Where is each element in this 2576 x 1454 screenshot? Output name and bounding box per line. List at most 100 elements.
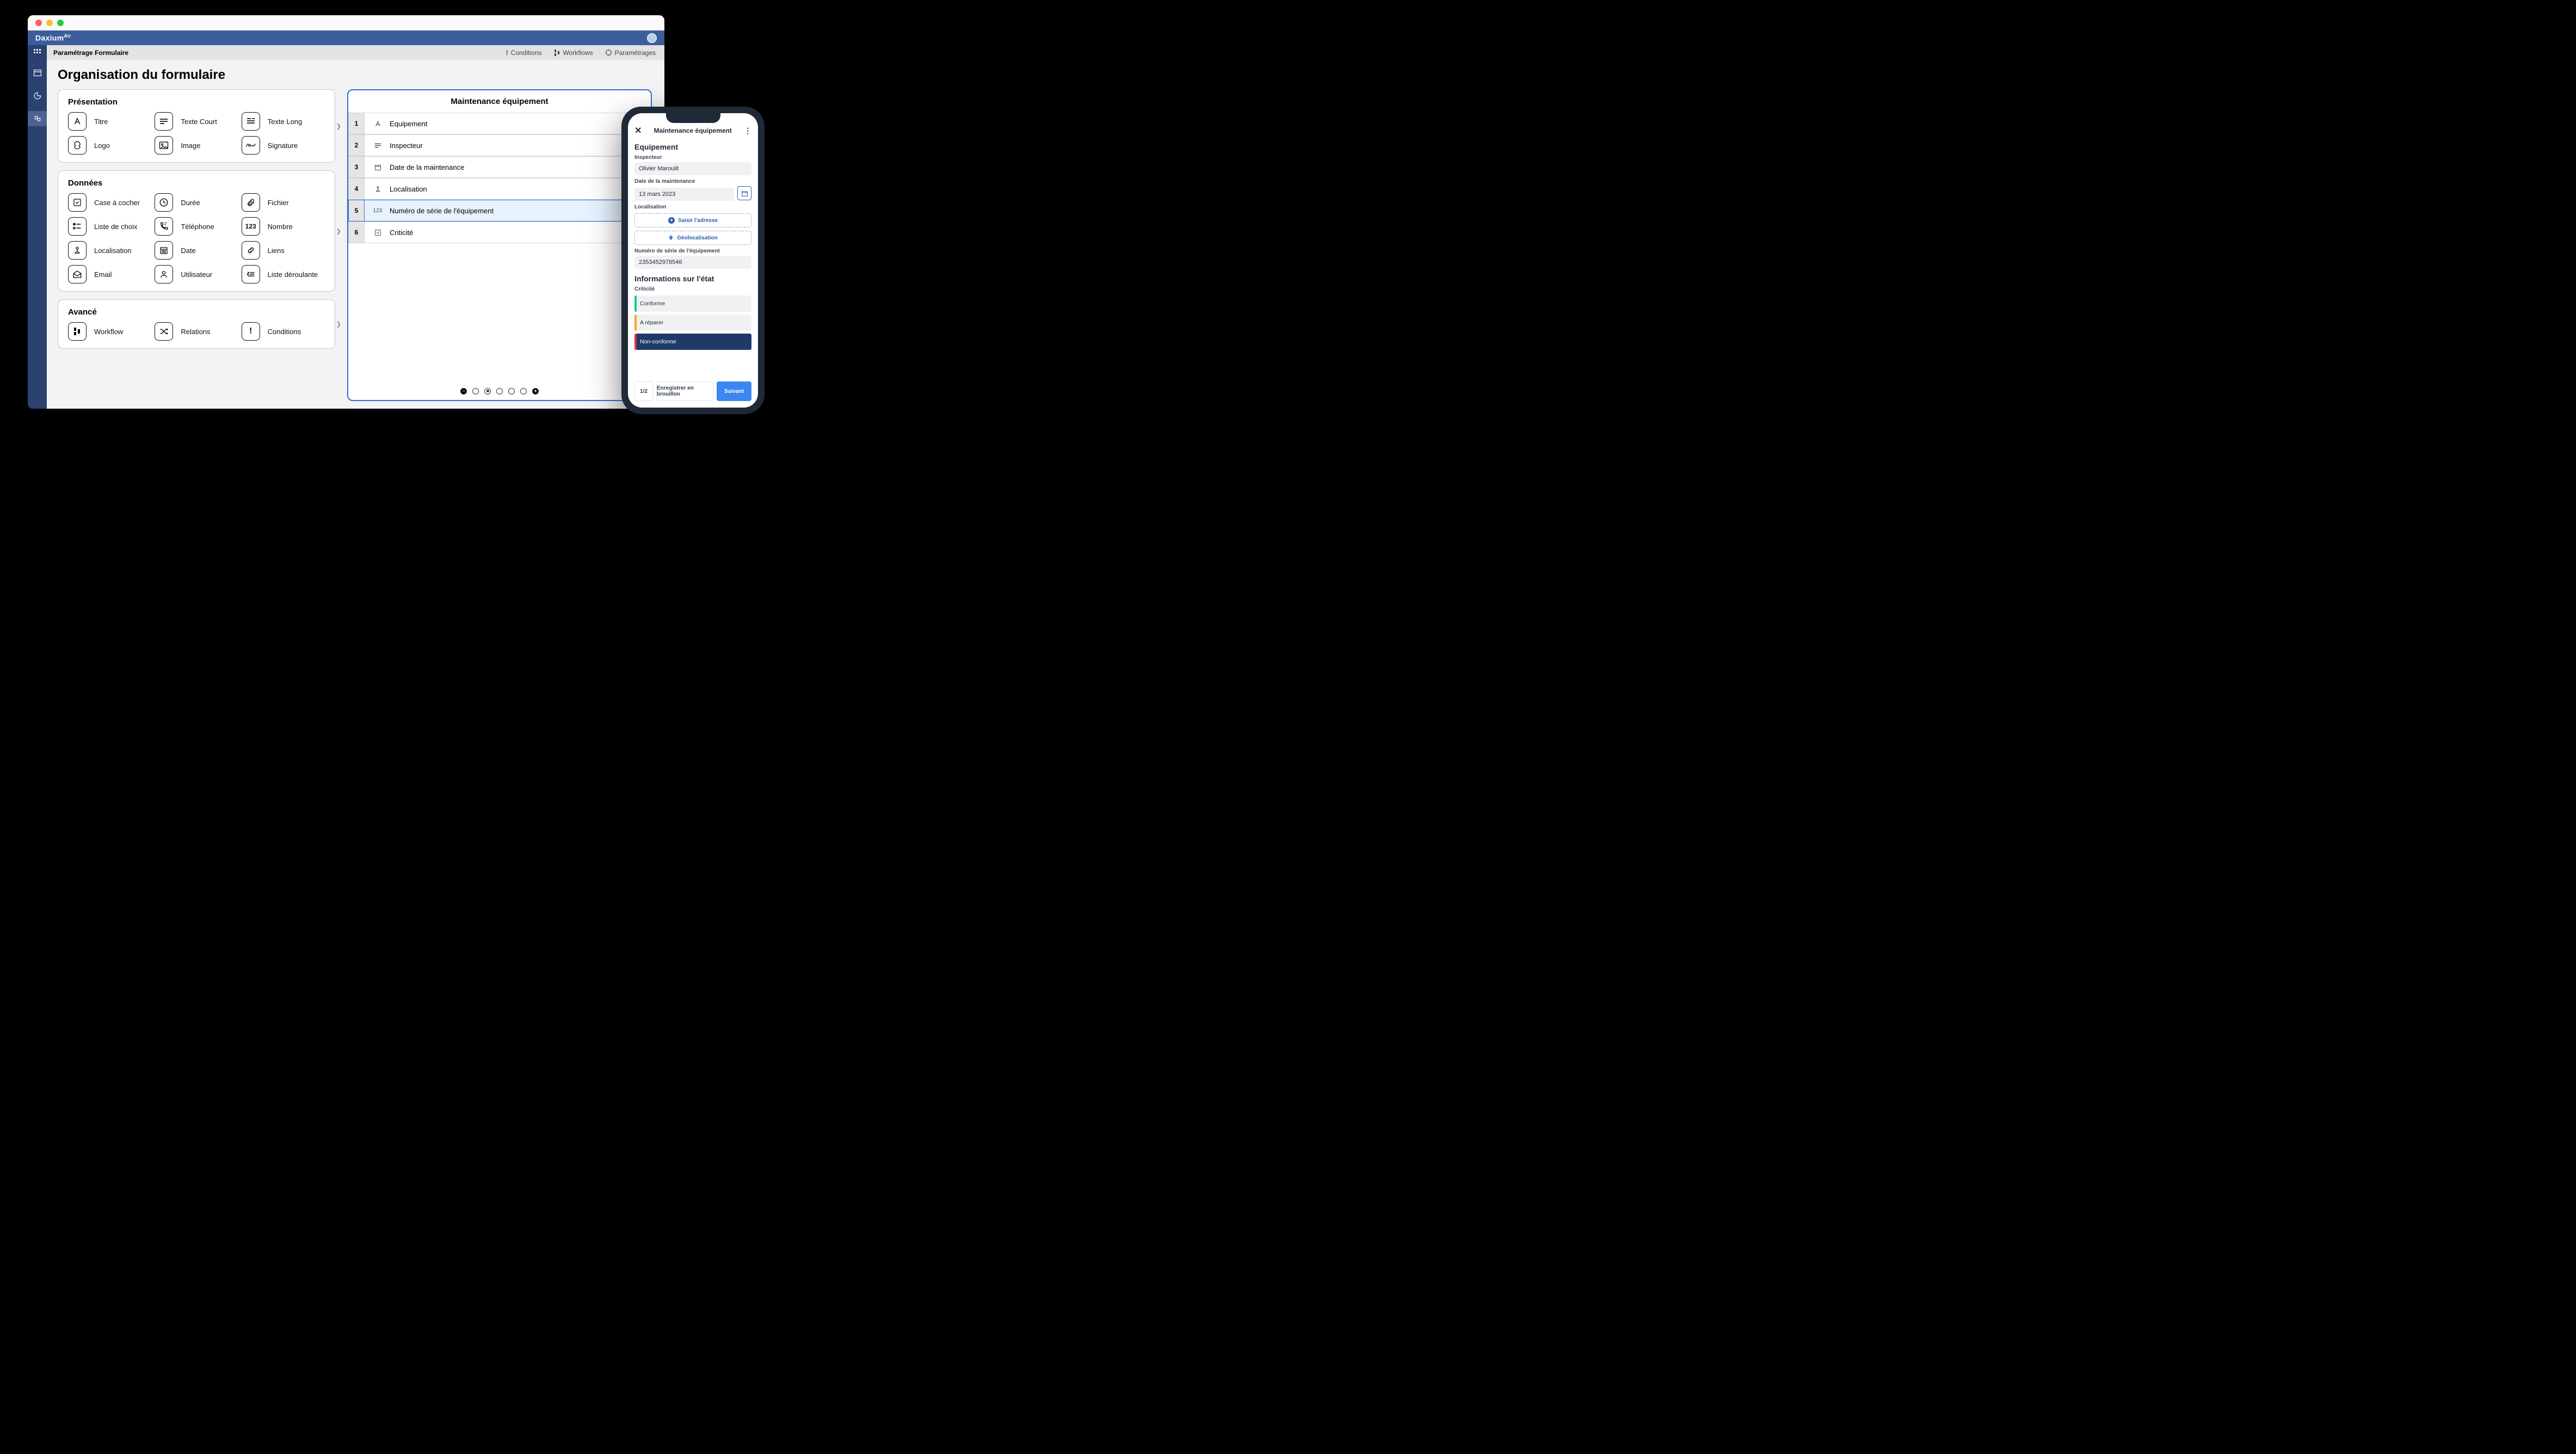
widget-logo[interactable]: Logo [68,136,151,155]
section-state: Informations sur l'état [634,274,751,283]
app-titlebar: DaxiumAir [28,30,664,45]
save-draft-button[interactable]: Enregistrer en brouillon [656,381,713,401]
chevron-right-icon[interactable]: ❯ [336,321,341,328]
plus-circle-icon: + [668,217,675,224]
input-inspector[interactable]: Olivier Maroulit [634,162,751,175]
form-row-selected[interactable]: 5123Numéro de série de l'équipement [348,200,651,221]
settings-tab[interactable]: Paramétrages [605,49,656,57]
pager-dot[interactable] [496,388,503,395]
calendar-button[interactable] [737,186,751,200]
phone-mockup: ✕ Maintenance équipement ⋮ Equipement In… [621,107,765,414]
input-date[interactable]: 13 mars 2023 [634,188,734,201]
widget-email[interactable]: Email [68,265,151,284]
address-button[interactable]: +Saisir l'adresse [634,213,751,227]
widget-workflow[interactable]: Workflow [68,322,151,341]
widget-date[interactable]: Date [155,241,238,260]
window-close-dot[interactable] [35,20,42,26]
chevron-right-icon[interactable]: ❯ [336,122,341,130]
geolocate-button[interactable]: Géolocalisation [634,231,751,245]
widget-number[interactable]: 123Nombre [242,217,325,236]
label-serial: Numéro de série de l'équipement [634,248,751,254]
form-row[interactable]: 2Inspecteur [348,134,651,156]
widget-location[interactable]: Localisation [68,241,151,260]
widget-links[interactable]: Liens [242,241,325,260]
crit-option-conforme[interactable]: Conforme [634,295,751,312]
page-indicator[interactable]: 1/2 [634,381,653,401]
brand-logo: DaxiumAir [35,33,71,42]
widget-phone[interactable]: Téléphone [155,217,238,236]
pager: − + [348,383,651,400]
number-icon: 123 [373,208,382,214]
main-area: Organisation du formulaire Présentation … [47,60,664,409]
text-long-icon [242,112,260,131]
exclaim-icon: ! [242,322,260,341]
calendar-icon [373,164,382,171]
pager-dot[interactable] [472,388,479,395]
window-min-dot[interactable] [46,20,53,26]
clock-icon [155,193,173,212]
crit-option-nonconforme[interactable]: Non-conforme [634,334,751,350]
widget-user[interactable]: Utilisateur [155,265,238,284]
exclaim-icon: ! [506,49,508,57]
paperclip-icon [242,193,260,212]
form-preview: Maintenance équipement 1Equipement 2Insp… [347,89,652,401]
pager-dot[interactable] [508,388,515,395]
widget-title[interactable]: Titre [68,112,151,131]
conditions-tab[interactable]: !Conditions [506,49,542,57]
number-123-icon: 123 [242,217,260,236]
pager-remove-icon[interactable]: − [460,388,467,395]
ribbon: Paramétrage Formulaire !Conditions Workf… [28,45,664,60]
widget-long-text[interactable]: Texte Long [242,112,325,131]
checkbox-icon [68,193,87,212]
label-inspector: Inspecteur [634,155,751,161]
widget-signature[interactable]: Signature [242,136,325,155]
widget-duration[interactable]: Durée [155,193,238,212]
form-row[interactable]: 4Localisation [348,178,651,200]
breadcrumb: Paramétrage Formulaire [47,45,497,60]
card-title-advanced: Avancé [68,307,325,317]
sidebar-item-chart[interactable] [28,88,47,103]
palette-advanced: Avancé Workflow Relations !Conditions ❯ [58,299,335,349]
widget-image[interactable]: Image [155,136,238,155]
workflow-icon [68,322,87,341]
letter-a-icon [68,112,87,131]
card-title-data: Données [68,178,325,188]
sidebar-item-table[interactable] [28,65,47,81]
window-max-dot[interactable] [57,20,64,26]
chevron-right-icon[interactable]: ❯ [336,227,341,235]
close-icon[interactable]: ✕ [634,125,642,136]
widget-short-text[interactable]: Texte Court [155,112,238,131]
form-row[interactable]: 3Date de la maintenance [348,156,651,178]
pager-dot-active[interactable] [484,388,491,395]
logo-shape-icon [68,136,87,155]
apps-grid-icon[interactable] [28,45,47,60]
pager-dot[interactable] [520,388,527,395]
crit-option-reparer[interactable]: A réparer [634,315,751,331]
app-window: DaxiumAir Paramétrage Formulaire !Condit… [28,15,664,409]
more-icon[interactable]: ⋮ [744,126,751,135]
label-date: Date de la maintenance [634,178,751,184]
palette-presentation: Présentation Titre Texte Court Texte Lon… [58,89,335,163]
input-serial[interactable]: 2353452978546 [634,256,751,269]
signature-icon [242,136,260,155]
widget-checkbox[interactable]: Case à cocher [68,193,151,212]
shuffle-icon [155,322,173,341]
workflows-tab[interactable]: Workflows [554,49,593,57]
form-row[interactable]: 1Equipement [348,113,651,134]
widget-conditions[interactable]: !Conditions [242,322,325,341]
widget-choice-list[interactable]: Liste de choix [68,217,151,236]
text-short-icon [155,112,173,131]
pager-add-icon[interactable]: + [532,388,539,395]
page-title: Organisation du formulaire [58,67,654,83]
calendar-grid-icon [155,241,173,260]
sidebar-item-builder[interactable] [28,111,47,126]
next-button[interactable]: Suivant [717,381,751,401]
widget-dropdown[interactable]: Liste déroulante [242,265,325,284]
widget-file[interactable]: Fichier [242,193,325,212]
workflow-icon [554,50,560,56]
dropdown-list-icon [242,265,260,284]
widget-relations[interactable]: Relations [155,322,238,341]
avatar-icon[interactable] [647,33,657,43]
form-row[interactable]: 6Criticité [348,221,651,243]
check-icon [373,229,382,236]
